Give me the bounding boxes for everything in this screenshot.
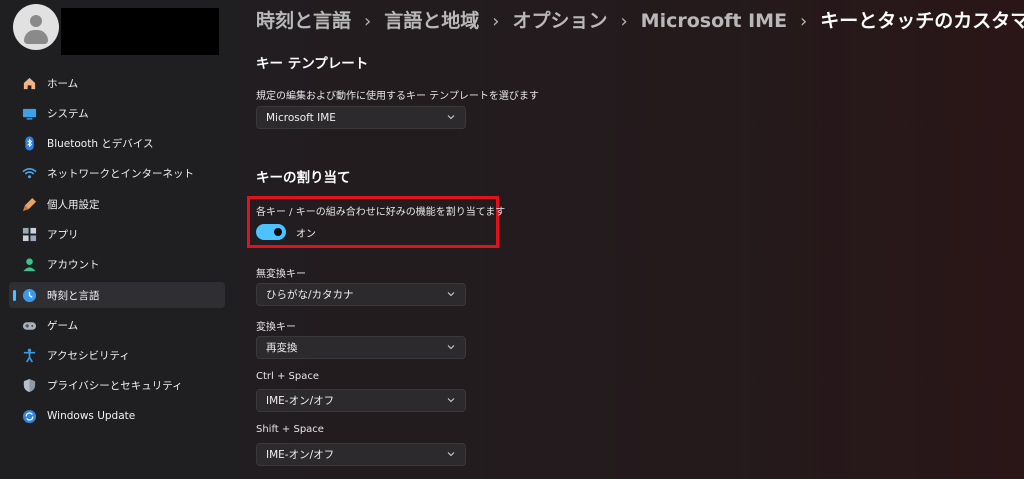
accessibility-icon [21, 348, 37, 364]
henkan-key-dropdown[interactable]: 再変換 [256, 336, 466, 359]
sidebar-item-privacy[interactable]: プライバシーとセキュリティ [9, 373, 225, 399]
toggle-knob [274, 228, 282, 236]
chevron-down-icon [446, 449, 456, 462]
sidebar: ホーム システム Bluetooth とデバイス ネットワークとインターネット … [0, 0, 240, 479]
henkan-key-label: 変換キー [256, 322, 296, 333]
key-assignment-toggle[interactable] [256, 224, 286, 240]
chevron-down-icon [446, 289, 456, 302]
main-content: 時刻と言語 › 言語と地域 › オプション › Microsoft IME › キーとタッチのカ… [240, 0, 1024, 479]
sidebar-item-label: ネットワークとインターネット [47, 168, 194, 181]
sidebar-item-bluetooth[interactable]: Bluetooth とデバイス [9, 131, 225, 157]
sidebar-item-network[interactable]: ネットワークとインターネット [9, 161, 225, 187]
apps-icon [21, 226, 37, 242]
system-icon [21, 105, 37, 121]
page-title: キーとタッチのカスタマイズ [820, 10, 1024, 32]
breadcrumb-options[interactable]: オプション [512, 10, 607, 32]
breadcrumb-time-language[interactable]: 時刻と言語 [256, 10, 351, 32]
ctrl-space-dropdown[interactable]: IME-オン/オフ [256, 389, 466, 412]
bluetooth-icon [21, 136, 37, 152]
privacy-icon [21, 378, 37, 394]
breadcrumb-separator: › [620, 11, 628, 32]
key-assignment-toggle-description: 各キー / キーの組み合わせに好みの機能を割り当てます [256, 207, 506, 218]
breadcrumb-language-region[interactable]: 言語と地域 [384, 10, 479, 32]
sidebar-item-label: アカウント [47, 259, 100, 272]
dropdown-value: 再変換 [266, 342, 298, 354]
sidebar-item-personalization[interactable]: 個人用設定 [9, 191, 225, 217]
sidebar-item-time-language[interactable]: 時刻と言語 [9, 282, 225, 309]
breadcrumb-separator: › [492, 11, 500, 32]
sidebar-item-label: システム [47, 107, 89, 120]
sidebar-item-accessibility[interactable]: アクセシビリティ [9, 343, 225, 369]
sidebar-item-label: 個人用設定 [47, 198, 100, 211]
dropdown-value: ひらがな/カタカナ [266, 289, 354, 301]
chevron-down-icon [446, 342, 456, 355]
sidebar-item-label: Bluetooth とデバイス [47, 138, 154, 151]
breadcrumb-microsoft-ime[interactable]: Microsoft IME [641, 10, 787, 32]
chevron-down-icon [446, 395, 456, 408]
sidebar-nav: ホーム システム Bluetooth とデバイス ネットワークとインターネット … [9, 70, 225, 434]
key-assignment-heading: キーの割り当て [256, 170, 351, 186]
sidebar-item-system[interactable]: システム [9, 100, 225, 126]
key-template-heading: キー テンプレート [256, 56, 369, 72]
ctrl-space-label: Ctrl + Space [256, 371, 320, 382]
toggle-state-label: オン [296, 229, 316, 240]
personalization-icon [21, 196, 37, 212]
breadcrumb-separator: › [800, 11, 808, 32]
breadcrumb-separator: › [364, 11, 372, 32]
shift-space-label: Shift + Space [256, 424, 324, 435]
sidebar-item-label: 時刻と言語 [47, 289, 100, 302]
sidebar-item-label: ゲーム [47, 319, 79, 332]
key-template-description: 規定の編集および動作に使用するキー テンプレートを選びます [256, 91, 539, 102]
sidebar-item-label: プライバシーとセキュリティ [47, 380, 183, 393]
sidebar-item-gaming[interactable]: ゲーム [9, 312, 225, 338]
dropdown-value: IME-オン/オフ [266, 449, 335, 461]
account-icon [21, 257, 37, 273]
update-icon [21, 408, 37, 424]
sidebar-item-label: アクセシビリティ [47, 350, 130, 363]
time-language-icon [21, 287, 37, 303]
muhenkan-key-label: 無変換キー [256, 269, 306, 280]
sidebar-item-account[interactable]: アカウント [9, 252, 225, 278]
breadcrumb: 時刻と言語 › 言語と地域 › オプション › Microsoft IME › キーとタッチのカ… [256, 6, 1024, 33]
gaming-icon [21, 317, 37, 333]
home-icon [21, 75, 37, 91]
network-icon [21, 166, 37, 182]
sidebar-item-label: ホーム [47, 77, 79, 90]
sidebar-item-windows-update[interactable]: Windows Update [9, 403, 225, 429]
key-template-dropdown[interactable]: Microsoft IME [256, 106, 466, 129]
chevron-down-icon [446, 112, 456, 125]
user-name-redacted [61, 8, 219, 55]
muhenkan-key-dropdown[interactable]: ひらがな/カタカナ [256, 283, 466, 306]
avatar[interactable] [13, 4, 59, 50]
selection-indicator [13, 290, 16, 302]
sidebar-item-apps[interactable]: アプリ [9, 221, 225, 247]
sidebar-item-label: Windows Update [47, 410, 136, 423]
sidebar-item-label: アプリ [47, 228, 79, 241]
shift-space-dropdown[interactable]: IME-オン/オフ [256, 443, 466, 466]
dropdown-value: IME-オン/オフ [266, 395, 335, 407]
sidebar-item-home[interactable]: ホーム [9, 70, 225, 96]
dropdown-value: Microsoft IME [266, 111, 336, 124]
